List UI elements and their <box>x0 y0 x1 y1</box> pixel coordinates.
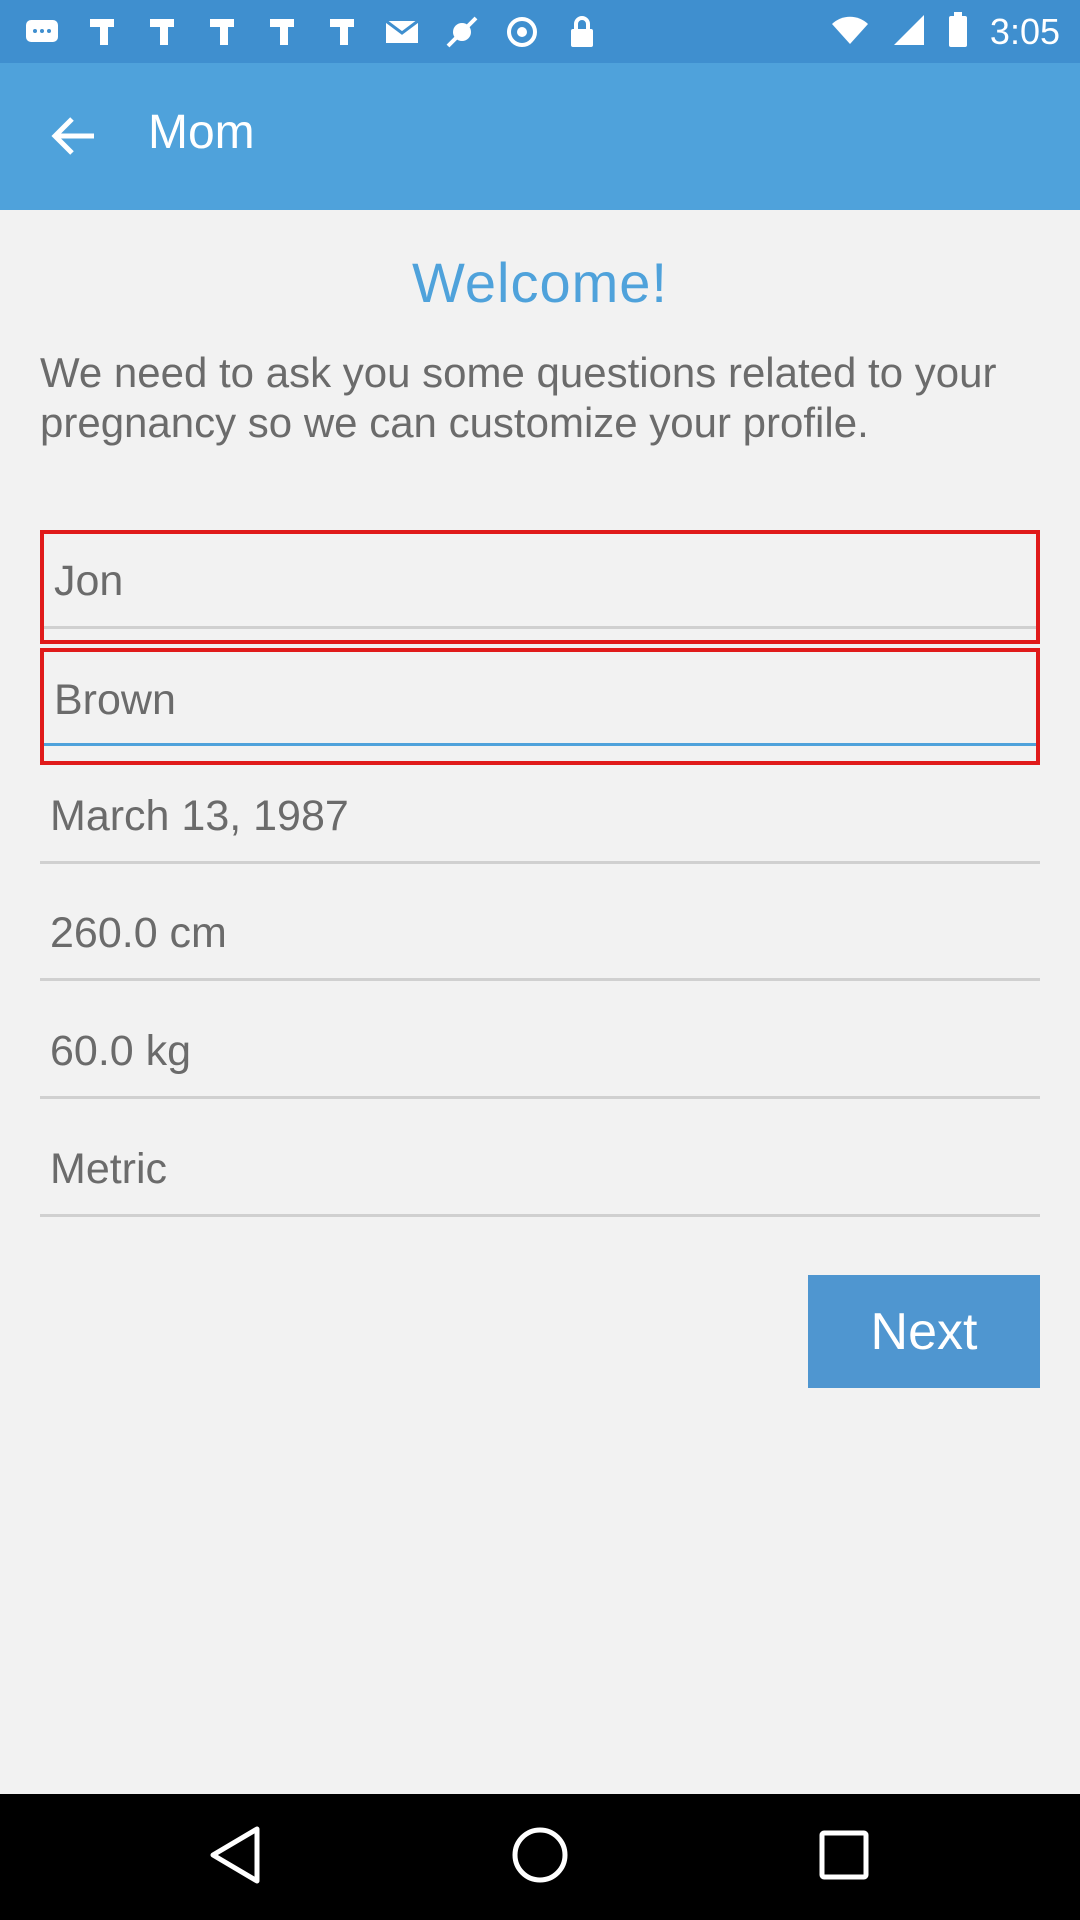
page-title: Mom <box>148 106 255 159</box>
birth-date-underline <box>40 861 1040 864</box>
message-icon <box>24 14 60 50</box>
weight-field[interactable]: 60.0 kg <box>40 1027 1040 1099</box>
units-field[interactable]: Metric <box>40 1145 1040 1217</box>
weight-underline <box>40 1096 1040 1099</box>
birth-date-field[interactable]: March 13, 1987 <box>40 792 1040 864</box>
lock-icon <box>564 14 600 50</box>
app-icon <box>144 14 180 50</box>
height-field[interactable]: 260.0 cm <box>40 909 1040 981</box>
app-icon <box>324 14 360 50</box>
app-icon <box>204 14 240 50</box>
height-underline <box>40 978 1040 981</box>
last-name-underline <box>44 743 1036 746</box>
status-right: 3:05 <box>830 10 1060 54</box>
navigation-bar <box>0 1794 1080 1920</box>
signal-icon <box>892 13 926 52</box>
next-button[interactable]: Next <box>808 1275 1040 1388</box>
nav-back-button[interactable] <box>202 1824 268 1890</box>
status-bar: 3:05 <box>0 0 1080 63</box>
battery-icon <box>948 11 968 53</box>
nav-recents-button[interactable] <box>811 1824 877 1890</box>
units-underline <box>40 1214 1040 1217</box>
birth-date-value: March 13, 1987 <box>50 792 349 840</box>
wifi-icon <box>830 14 870 51</box>
app-icon <box>264 14 300 50</box>
weight-value: 60.0 kg <box>50 1027 192 1075</box>
units-value: Metric <box>50 1145 168 1193</box>
back-button[interactable] <box>38 103 108 173</box>
welcome-heading: Welcome! <box>412 251 668 314</box>
last-name-field[interactable]: Brown <box>44 676 1036 746</box>
nav-back-icon <box>207 1825 263 1890</box>
app-icon <box>84 14 120 50</box>
height-value: 260.0 cm <box>50 909 227 957</box>
notification-icons <box>24 12 600 52</box>
first-name-field[interactable]: Jon <box>44 557 1036 629</box>
nav-home-button[interactable] <box>507 1824 573 1890</box>
email-icon <box>384 14 420 50</box>
intro-text: We need to ask you some questions relate… <box>40 349 997 446</box>
app-bar: Mom <box>0 63 1080 210</box>
arrow-back-icon <box>50 116 96 161</box>
settings-icon <box>504 14 540 50</box>
nav-home-icon <box>510 1825 570 1890</box>
first-name-value: Jon <box>54 557 124 605</box>
first-name-underline <box>44 626 1036 629</box>
fake-gps-icon <box>444 14 480 50</box>
last-name-value: Brown <box>54 676 176 724</box>
nav-recents-icon <box>818 1829 870 1886</box>
status-time: 3:05 <box>989 11 1060 52</box>
